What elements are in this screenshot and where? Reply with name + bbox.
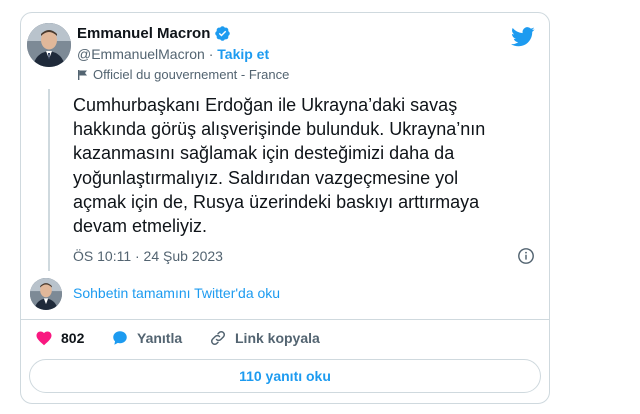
author-handle-row: @EmmanuelMacron · Takip et: [77, 46, 269, 62]
author-avatar[interactable]: [27, 23, 71, 67]
reply-button[interactable]: Yanıtla: [111, 329, 182, 347]
conversation-avatar[interactable]: [30, 278, 62, 310]
action-bar: 802 Yanıtla Link kopyala: [21, 329, 549, 351]
divider: [21, 319, 549, 320]
tweet-card: Emmanuel Macron @EmmanuelMacron · Takip …: [20, 12, 550, 404]
government-affiliation: Officiel du gouvernement - France: [93, 67, 290, 82]
read-conversation-link[interactable]: Sohbetin tamamını Twitter'da oku: [73, 285, 280, 301]
author-handle[interactable]: @EmmanuelMacron: [77, 46, 205, 62]
government-label: Officiel du gouvernement - France: [77, 67, 289, 82]
author-name-row: Emmanuel Macron: [77, 25, 231, 42]
twitter-bird-icon[interactable]: [511, 27, 535, 47]
government-flag-icon: [78, 69, 87, 80]
verified-badge-icon: [215, 26, 231, 41]
like-count: 802: [61, 330, 85, 346]
heart-icon: [36, 331, 52, 346]
follow-button[interactable]: Takip et: [217, 46, 269, 62]
link-icon: [210, 330, 226, 346]
reply-bubble-icon: [113, 331, 127, 345]
info-icon[interactable]: [517, 247, 535, 265]
author-name[interactable]: Emmanuel Macron: [77, 25, 210, 42]
tweet-text: Cumhurbaşkanı Erdoğan ile Ukrayna’daki s…: [73, 95, 486, 237]
copy-link-button[interactable]: Link kopyala: [209, 329, 320, 347]
handle-separator: ·: [204, 46, 218, 62]
copy-link-label: Link kopyala: [235, 330, 320, 346]
like-button[interactable]: 802: [35, 329, 84, 347]
read-replies-button[interactable]: 110 yanıtı oku: [29, 359, 541, 393]
reply-label: Yanıtla: [137, 330, 183, 346]
thread-line: [48, 89, 50, 271]
tweet-timestamp[interactable]: ÖS 10:11 · 24 Şub 2023: [73, 248, 223, 264]
